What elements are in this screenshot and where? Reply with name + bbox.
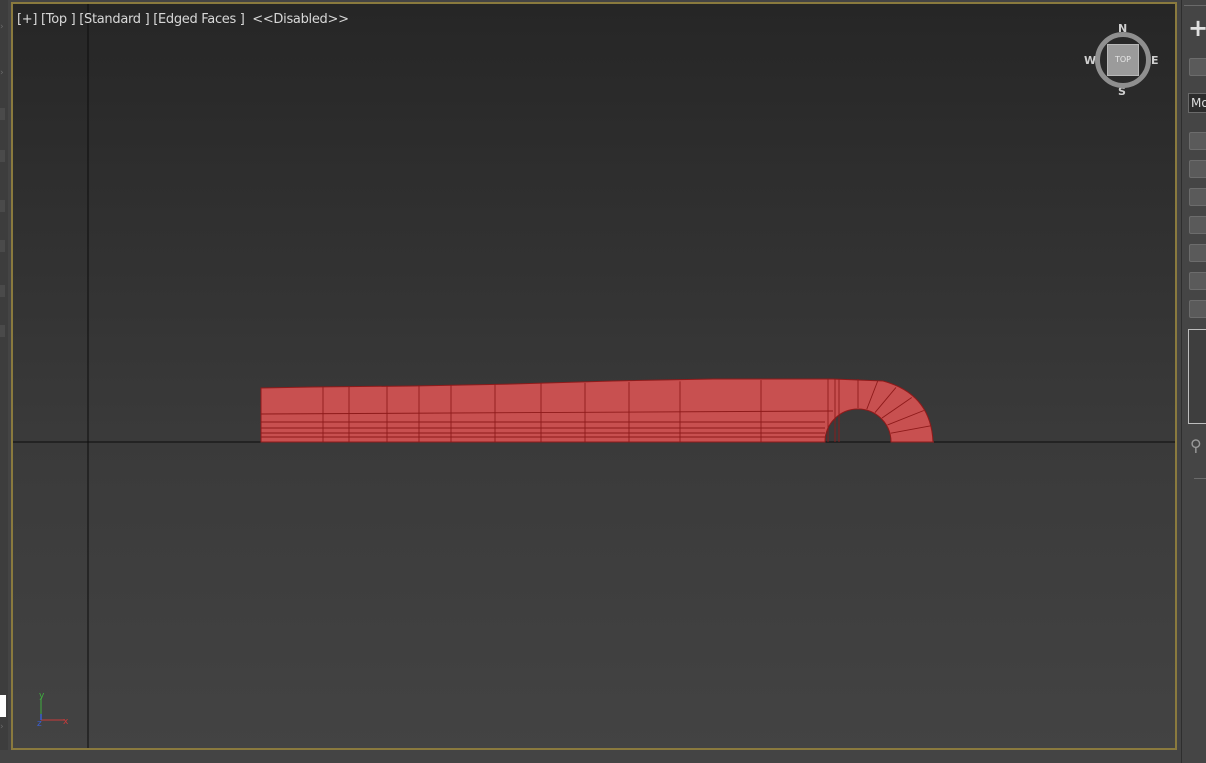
pin-stack-icon[interactable]: ⚲ [1190, 436, 1202, 455]
viewport-status-label: <<Disabled>> [252, 12, 349, 27]
viewport-shading-menu[interactable]: [Standard ] [79, 12, 149, 27]
viewport-label: [+] [Top ] [Standard ] [Edged Faces ] <<… [17, 12, 349, 27]
modifier-stack-list[interactable] [1188, 329, 1206, 424]
left-toolbar-strip: › › › [0, 0, 8, 763]
panel-button[interactable] [1189, 244, 1206, 262]
toolbar-tab[interactable] [0, 200, 5, 212]
panel-divider [1184, 5, 1206, 6]
viewport-menu-plus[interactable]: [+] [17, 12, 37, 27]
viewcube-east-label[interactable]: E [1151, 54, 1159, 67]
viewcube-top-face[interactable]: TOP [1107, 44, 1139, 76]
viewport-top[interactable]: [+] [Top ] [Standard ] [Edged Faces ] <<… [11, 2, 1177, 750]
chevron-icon[interactable]: › [0, 722, 4, 732]
panel-button[interactable] [1189, 300, 1206, 318]
toolbar-tab[interactable] [0, 240, 5, 252]
axis-x-label: x [63, 717, 69, 727]
axis-y-label: y [39, 691, 45, 701]
viewport-edges-menu[interactable]: [Edged Faces ] [153, 12, 245, 27]
toolbar-tab[interactable] [0, 285, 5, 297]
viewport-point-of-view-menu[interactable]: [Top ] [41, 12, 76, 27]
panel-button[interactable] [1189, 272, 1206, 290]
toolbar-tab[interactable] [0, 325, 5, 337]
plus-icon[interactable]: + [1188, 16, 1206, 40]
app-window: › › › [+] [Top ] [Standard ] [Edged Face… [0, 0, 1206, 763]
toolbar-tab[interactable] [0, 108, 5, 120]
panel-button[interactable] [1189, 132, 1206, 150]
object-name-field[interactable] [1189, 58, 1206, 76]
chevron-icon[interactable]: › [0, 68, 4, 78]
command-panel: + Mo ⚲ [1181, 0, 1206, 763]
panel-button[interactable] [1189, 160, 1206, 178]
bottom-bar [0, 750, 1181, 763]
axis-tripod: y z x [33, 688, 73, 729]
viewport-scene [13, 4, 1175, 748]
chevron-icon[interactable]: › [0, 22, 4, 32]
panel-button[interactable] [1189, 216, 1206, 234]
axis-z-label: z [37, 719, 42, 728]
left-panel-swatch[interactable] [0, 695, 6, 717]
modifier-list-dropdown[interactable]: Mo [1188, 93, 1206, 113]
toolbar-tab[interactable] [0, 150, 5, 162]
panel-divider [1194, 478, 1206, 479]
viewcube[interactable]: N S E W TOP [1084, 22, 1159, 98]
panel-button[interactable] [1189, 188, 1206, 206]
axis-tripod-icon: y z x [37, 691, 69, 729]
mesh-object [260, 378, 934, 443]
